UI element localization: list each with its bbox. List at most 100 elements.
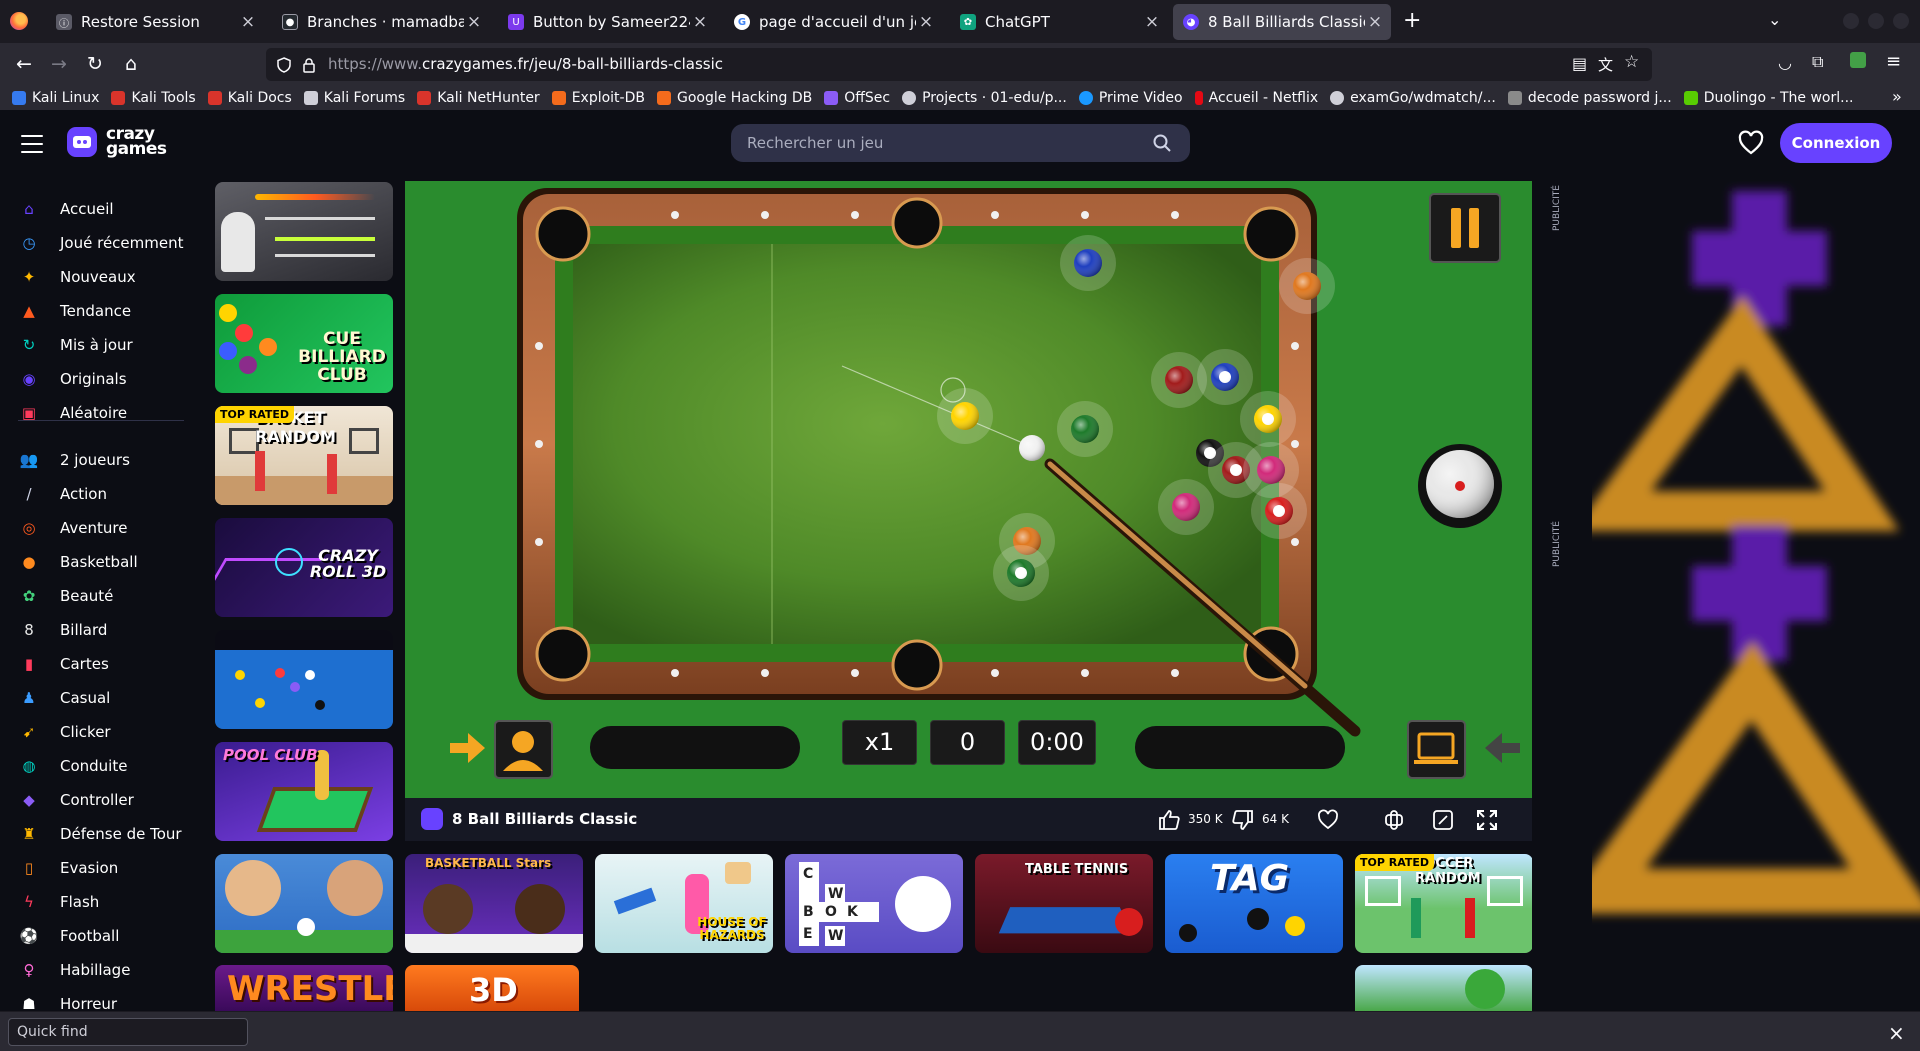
sidebar-item-joué-récemment[interactable]: ◷ Joué récemment bbox=[18, 231, 183, 255]
bookmark-offsec[interactable]: OffSec bbox=[824, 90, 890, 106]
quick-find-input[interactable] bbox=[8, 1018, 248, 1046]
crazygames-logo-icon[interactable] bbox=[67, 127, 97, 157]
archer-game-thumb[interactable] bbox=[215, 182, 393, 281]
bookmark-exploit-db[interactable]: Exploit-DB bbox=[551, 90, 645, 106]
tab-button-sameer[interactable]: U Button by Sameer2244 × bbox=[498, 4, 716, 40]
shield-icon[interactable] bbox=[276, 57, 292, 73]
game-canvas[interactable]: x1 0 0:00 bbox=[405, 181, 1532, 798]
url-bar[interactable]: https://www.crazygames.fr/jeu/8-ball-bil… bbox=[266, 48, 1652, 81]
sidebar-item-accueil[interactable]: ⌂ Accueil bbox=[18, 197, 113, 221]
sidebar-item-défense-de-tour[interactable]: ♜ Défense de Tour bbox=[18, 822, 181, 846]
extension-avatar-icon[interactable] bbox=[1850, 52, 1866, 68]
bookmark-kali-nethunter[interactable]: Kali NetHunter bbox=[417, 90, 540, 106]
sidebar-item-billard[interactable]: 8 Billard bbox=[18, 618, 107, 642]
favorites-heart-icon[interactable] bbox=[1737, 130, 1765, 156]
basket-random-thumb[interactable]: BASKET RANDOM TOP RATED bbox=[215, 406, 393, 505]
bookmark-star-icon[interactable]: ☆ bbox=[1624, 52, 1639, 72]
pool-table-thumb[interactable] bbox=[215, 630, 393, 729]
bookmark-projects[interactable]: Projects · 01-edu/p... bbox=[902, 90, 1067, 106]
close-tab-icon[interactable]: × bbox=[464, 12, 484, 32]
bookmark-duolingo[interactable]: Duolingo - The worl... bbox=[1683, 90, 1853, 106]
tab-restore-session[interactable]: ⓘ Restore Session × bbox=[46, 4, 264, 40]
url-text[interactable]: https://www.crazygames.fr/jeu/8-ball-bil… bbox=[328, 55, 723, 73]
sidebar-item-casual[interactable]: ♟ Casual bbox=[18, 686, 110, 710]
soccer-random-thumb[interactable]: SOCCER RANDOM TOP RATED bbox=[1355, 854, 1533, 953]
bookmark-kali-tools[interactable]: Kali Tools bbox=[111, 90, 196, 106]
forward-icon[interactable]: → bbox=[46, 51, 72, 77]
close-tab-icon[interactable]: × bbox=[916, 12, 936, 32]
tab-google-search[interactable]: G page d'accueil d'un jeux × bbox=[724, 4, 942, 40]
sidebar-item-cartes[interactable]: ▮ Cartes bbox=[18, 652, 109, 676]
reader-view-icon[interactable]: ▤ bbox=[1572, 54, 1587, 73]
theater-mode-icon[interactable] bbox=[1431, 808, 1455, 832]
bookmark-google-hacking-db[interactable]: Google Hacking DB bbox=[656, 90, 812, 106]
bookmark-kali-docs[interactable]: Kali Docs bbox=[207, 90, 292, 106]
close-tab-icon[interactable]: × bbox=[238, 12, 258, 32]
close-find-bar-icon[interactable]: × bbox=[1888, 1021, 1905, 1045]
hamburger-menu-icon[interactable] bbox=[21, 135, 43, 153]
back-icon[interactable]: ← bbox=[11, 51, 37, 77]
close-window-icon[interactable] bbox=[1893, 13, 1909, 29]
bookmark-decode-password[interactable]: decode password j... bbox=[1507, 90, 1672, 106]
sidebar-item-mis-à-jour[interactable]: ↻ Mis à jour bbox=[18, 333, 133, 357]
bookmark-kali-linux[interactable]: Kali Linux bbox=[12, 90, 99, 106]
sidebar-item-conduite[interactable]: ◍ Conduite bbox=[18, 754, 127, 778]
sidebar-item-tendance[interactable]: ▲ Tendance bbox=[18, 299, 131, 323]
sidebar-item-action[interactable]: / Action bbox=[18, 482, 107, 506]
thumbs-up-icon[interactable] bbox=[1157, 808, 1181, 832]
tab-8-ball-billiards[interactable]: ◕ 8 Ball Billiards Classic × bbox=[1173, 4, 1391, 40]
football-legends-thumb[interactable] bbox=[215, 854, 393, 953]
list-all-tabs-icon[interactable]: ⌄ bbox=[1768, 10, 1781, 29]
search-box[interactable] bbox=[731, 124, 1190, 162]
sidebar-item-horreur[interactable]: ☗ Horreur bbox=[18, 992, 117, 1011]
sidebar-item-aventure[interactable]: ◎ Aventure bbox=[18, 516, 127, 540]
cue-billiard-club-thumb[interactable]: CUE BILLIARD CLUB bbox=[215, 294, 393, 393]
sidebar-item-flash[interactable]: ϟ Flash bbox=[18, 890, 99, 914]
crazy-roll-3d-thumb[interactable]: CRAZY ROLL 3D bbox=[215, 518, 393, 617]
pocket-icon[interactable]: ◡ bbox=[1778, 53, 1792, 72]
crazygames-logo-text[interactable]: crazy games bbox=[106, 126, 167, 158]
sidebar-item-evasion[interactable]: ▯ Evasion bbox=[18, 856, 118, 880]
sidebar-item-aléatoire[interactable]: ▣ Aléatoire bbox=[18, 401, 127, 425]
bookmark-prime-video[interactable]: Prime Video bbox=[1078, 90, 1183, 106]
home-icon[interactable]: ⌂ bbox=[118, 51, 144, 77]
bookmark-examgo[interactable]: examGo/wdmatch/... bbox=[1330, 90, 1496, 106]
bowling-3d-thumb[interactable]: 3D bbox=[405, 965, 579, 1011]
basketball-stars-thumb[interactable]: BASKETBALL Stars bbox=[405, 854, 583, 953]
thumbs-down-icon[interactable] bbox=[1231, 808, 1255, 832]
tab-github-branches[interactable]: ● Branches · mamadbah2/ × bbox=[272, 4, 490, 40]
sidebar-item-habillage[interactable]: ♀ Habillage bbox=[18, 958, 131, 982]
racing-thumb[interactable] bbox=[1355, 965, 1533, 1011]
minimize-window-icon[interactable] bbox=[1843, 13, 1859, 29]
translate-icon[interactable]: 文 bbox=[1598, 54, 1613, 75]
reload-icon[interactable]: ↻ bbox=[82, 51, 108, 77]
sidebar-item-2-joueurs[interactable]: 👥 2 joueurs bbox=[18, 448, 130, 472]
wrestle-thumb[interactable]: WRESTLE bbox=[215, 965, 393, 1011]
sidebar-item-basketball[interactable]: ● Basketball bbox=[18, 550, 137, 574]
sidebar-item-clicker[interactable]: ➹ Clicker bbox=[18, 720, 111, 744]
table-tennis-thumb[interactable]: TABLE TENNIS bbox=[975, 854, 1153, 953]
search-input[interactable] bbox=[747, 124, 1127, 162]
house-of-hazards-thumb[interactable]: HOUSE OF HAZARDS bbox=[595, 854, 773, 953]
sidebar-item-nouveaux[interactable]: ✦ Nouveaux bbox=[18, 265, 136, 289]
tag-thumb[interactable]: TAG bbox=[1165, 854, 1343, 953]
sidebar-item-controller[interactable]: ◆ Controller bbox=[18, 788, 134, 812]
sidebar-item-football[interactable]: ⚽ Football bbox=[18, 924, 120, 948]
extensions-icon[interactable]: ⧉ bbox=[1812, 52, 1823, 72]
pool-club-thumb[interactable]: POOL CLUB bbox=[215, 742, 393, 841]
search-icon[interactable] bbox=[1153, 134, 1171, 152]
tab-chatgpt[interactable]: ✿ ChatGPT × bbox=[950, 4, 1168, 40]
lock-icon[interactable] bbox=[302, 57, 316, 73]
bookmark-kali-forums[interactable]: Kali Forums bbox=[303, 90, 405, 106]
close-tab-icon[interactable]: × bbox=[690, 12, 710, 32]
login-button[interactable]: Connexion bbox=[1780, 123, 1892, 163]
word-game-thumb[interactable]: C B E O K W W bbox=[785, 854, 963, 953]
favorite-heart-icon[interactable] bbox=[1316, 808, 1340, 832]
firefox-menu-icon[interactable] bbox=[10, 12, 28, 30]
app-menu-icon[interactable]: ≡ bbox=[1886, 51, 1901, 72]
new-tab-icon[interactable]: + bbox=[1403, 8, 1421, 33]
close-tab-icon[interactable]: × bbox=[1365, 12, 1385, 32]
maximize-window-icon[interactable] bbox=[1868, 13, 1884, 29]
close-tab-icon[interactable]: × bbox=[1142, 12, 1162, 32]
embed-icon[interactable] bbox=[1382, 808, 1406, 832]
